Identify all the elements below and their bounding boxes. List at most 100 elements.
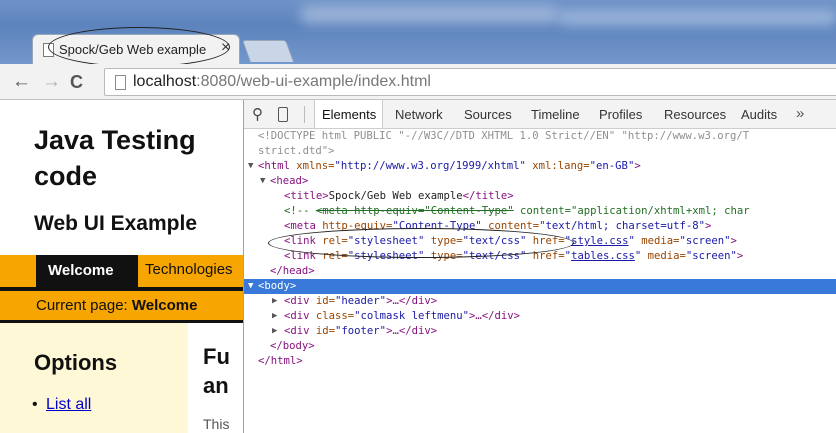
collapsed-triangle-icon[interactable]: ▶ xyxy=(272,324,277,339)
dom-line-link-tables[interactable]: <link rel="stylesheet" type="text/css" h… xyxy=(244,249,836,264)
tag: > xyxy=(736,250,744,262)
dom-line-body-close[interactable]: </body> xyxy=(244,339,836,354)
attr-name: http-equiv= xyxy=(315,220,393,232)
search-icon[interactable]: ⚲ xyxy=(252,105,263,123)
comment-node: <!-- <meta http-equiv="Content-Type" con… xyxy=(284,204,750,219)
browser-toolbar: ← → C localhost:8080/web-ui-example/inde… xyxy=(0,64,836,100)
forward-arrow-icon[interactable]: → xyxy=(42,71,61,93)
attr-name: xmlns= xyxy=(289,160,335,172)
attr-value: "header" xyxy=(335,295,387,307)
dom-line-title[interactable]: <title>Spock/Geb Web example</title> xyxy=(244,189,836,204)
reload-icon[interactable]: C xyxy=(70,72,83,93)
device-mode-icon[interactable] xyxy=(278,107,288,122)
new-tab-button[interactable] xyxy=(241,40,295,62)
href-link-style-css[interactable]: style.css xyxy=(571,235,628,247)
attr-name: href= xyxy=(526,250,565,262)
expand-triangle-icon[interactable]: ▼ xyxy=(260,174,265,189)
tag: >…</div> xyxy=(386,295,438,307)
attr-name: xml:lang= xyxy=(525,160,590,172)
titlebar-blur xyxy=(300,6,560,24)
dom-node-text: <div id="header">…</div> xyxy=(284,294,437,309)
options-title: Options xyxy=(34,350,118,375)
tag: </html> xyxy=(258,355,303,367)
dom-line-meta[interactable]: <meta http-equiv="Content-Type" content=… xyxy=(244,219,836,234)
current-page-value: Welcome xyxy=(131,297,198,314)
dom-line-head[interactable]: ▼ <head> xyxy=(244,174,836,189)
collapsed-triangle-icon[interactable]: ▶ xyxy=(272,294,277,309)
attr-value: "text/css" xyxy=(462,235,527,247)
tab-sources[interactable]: Sources xyxy=(464,100,512,128)
tab-audits[interactable]: Audits xyxy=(741,100,777,128)
dom-node-text: <link rel="stylesheet" type="text/css" h… xyxy=(284,234,737,249)
toolbar-separator xyxy=(304,106,305,123)
main-heading: Fu an xyxy=(203,342,230,400)
site-title-line: Java Testing xyxy=(34,125,196,155)
dom-line-div-header[interactable]: ▶ <div id="header">…</div> xyxy=(244,294,836,309)
tag: <link xyxy=(284,235,316,247)
tag: <title> xyxy=(284,190,329,202)
current-page-bar: Current page: Welcome xyxy=(0,291,243,320)
tab-network[interactable]: Network xyxy=(395,100,443,128)
tag: </head> xyxy=(270,265,315,277)
attr-value: "text/css" xyxy=(462,250,527,262)
href-link-tables-css[interactable]: tables.css xyxy=(571,250,635,262)
main-heading-line: an xyxy=(203,373,229,398)
tag: <body> xyxy=(258,280,297,292)
dom-line-doctype[interactable]: <!DOCTYPE html PUBLIC "-//W3C//DTD XHTML… xyxy=(258,129,836,144)
tab-timeline[interactable]: Timeline xyxy=(531,100,580,128)
tag: <html xyxy=(258,160,290,172)
dom-line-html[interactable]: ▼ <html xmlns="http://www.w3.org/1999/xh… xyxy=(244,159,836,174)
tag: >…</div> xyxy=(386,325,438,337)
options-sidebar: Options List all xyxy=(0,323,188,433)
nav-item-welcome[interactable]: Welcome xyxy=(36,255,138,287)
tab-elements[interactable]: Elements xyxy=(314,100,384,128)
comment-rest: content="application/xhtml+xml; char xyxy=(513,205,750,217)
dom-line-head-close[interactable]: </head> xyxy=(244,264,836,279)
page-icon xyxy=(43,43,54,57)
dom-line-div-footer[interactable]: ▶ <div id="footer">…</div> xyxy=(244,324,836,339)
url-path: :8080/web-ui-example/index.html xyxy=(196,73,431,90)
attr-value: "footer" xyxy=(335,325,387,337)
devtools-panel: ⚲ Elements Network Sources Timeline Prof… xyxy=(243,100,836,433)
expand-triangle-icon[interactable]: ▼ xyxy=(248,279,253,294)
back-arrow-icon[interactable]: ← xyxy=(12,71,31,93)
attr-name: rel= xyxy=(315,250,348,262)
more-tabs-icon[interactable]: » xyxy=(796,105,804,122)
attr-value: "colmask leftmenu" xyxy=(354,310,469,322)
close-icon[interactable]: × xyxy=(221,39,230,57)
dom-line-link-style[interactable]: <link rel="stylesheet" type="text/css" h… xyxy=(244,234,836,249)
attr-value: "screen" xyxy=(679,235,731,247)
tag: > xyxy=(634,160,641,172)
dom-line-body-selected[interactable]: ▼ <body> xyxy=(244,279,836,294)
dom-line-comment[interactable]: <!-- <meta http-equiv="Content-Type" con… xyxy=(244,204,836,219)
attr-name: media= xyxy=(641,250,686,262)
collapsed-triangle-icon[interactable]: ▶ xyxy=(272,309,277,324)
options-link-list-all[interactable]: List all xyxy=(32,396,91,414)
site-navbar: Welcome Technologies xyxy=(0,255,243,287)
site-title: Java Testing code xyxy=(34,122,196,194)
dom-line-html-close[interactable]: </html> xyxy=(244,354,836,369)
page-icon xyxy=(115,75,126,90)
dom-node-text: <meta http-equiv="Content-Type" content=… xyxy=(284,219,711,234)
comment-start: <!-- xyxy=(284,205,316,217)
attr-value: "Content-Type" xyxy=(392,220,482,232)
expand-triangle-icon[interactable]: ▼ xyxy=(248,159,253,174)
nav-item-technologies[interactable]: Technologies xyxy=(145,261,233,278)
tag: <div xyxy=(284,325,310,337)
dom-line-div-colmask[interactable]: ▶ <div class="colmask leftmenu">…</div> xyxy=(244,309,836,324)
browser-tab-active[interactable]: Spock/Geb Web example × xyxy=(32,34,240,64)
dom-node-text: <title>Spock/Geb Web example</title> xyxy=(284,189,514,204)
attr-name: type= xyxy=(424,235,463,247)
attr-value: "text/html; charset=utf-8" xyxy=(539,220,705,232)
tag: > xyxy=(730,235,737,247)
tag: </title> xyxy=(462,190,514,202)
attr-name: id= xyxy=(309,295,336,307)
dom-node-text: <link rel="stylesheet" type="text/css" h… xyxy=(284,249,743,264)
tag: </body> xyxy=(270,340,315,352)
tab-resources[interactable]: Resources xyxy=(664,100,726,128)
address-bar[interactable]: localhost:8080/web-ui-example/index.html xyxy=(104,68,836,96)
titlebar-blur xyxy=(560,10,836,26)
dom-line-doctype-cont: strict.dtd"> xyxy=(258,145,335,157)
tab-profiles[interactable]: Profiles xyxy=(599,100,642,128)
dom-node-text: <html xmlns="http://www.w3.org/1999/xhtm… xyxy=(258,159,641,174)
